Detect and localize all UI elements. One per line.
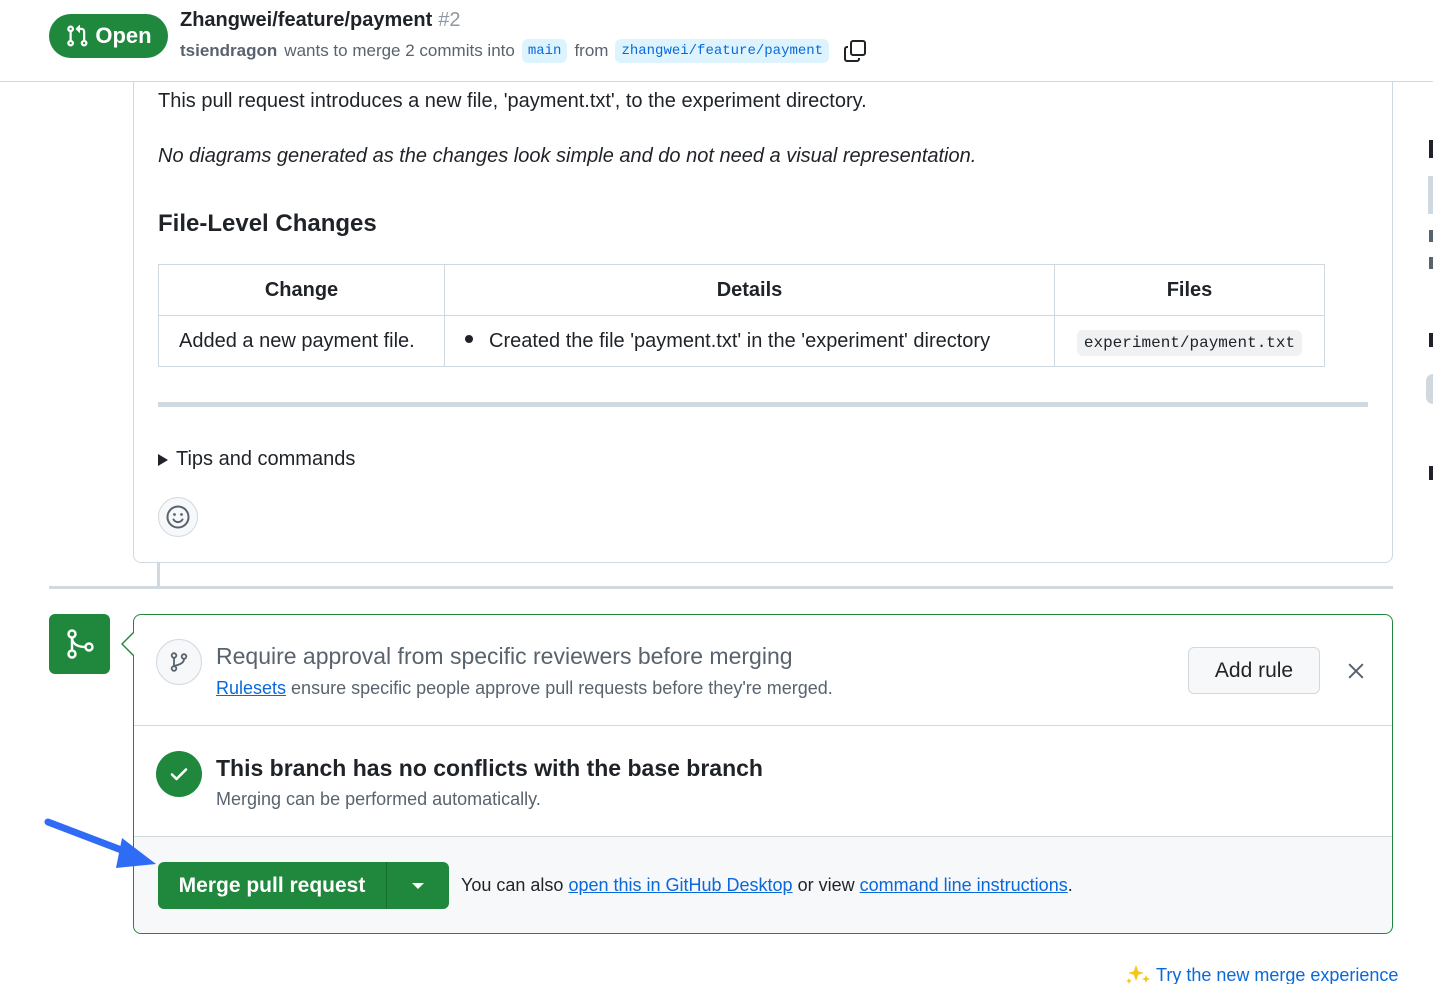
annotation-arrow-icon xyxy=(44,818,156,868)
file-level-changes-heading: File-Level Changes xyxy=(158,210,377,237)
timeline-line xyxy=(157,563,160,587)
file-path: experiment/payment.txt xyxy=(1076,329,1303,356)
command-line-link[interactable]: command line instructions xyxy=(860,875,1068,895)
changes-table: Change Details Files Added a new payment… xyxy=(158,264,1325,367)
sidebar-fragment xyxy=(1429,466,1433,480)
timeline-separator xyxy=(49,586,1393,589)
add-reaction-button[interactable] xyxy=(158,497,198,537)
head-branch-label[interactable]: zhangwei/feature/payment xyxy=(615,39,830,63)
git-pull-request-icon xyxy=(67,24,88,47)
bullet-dot xyxy=(465,335,473,344)
pr-meta: tsiendragon wants to merge 2 commits int… xyxy=(180,38,868,64)
triangle-down-icon xyxy=(412,882,424,889)
try-new-label: Try the new merge experience xyxy=(1156,964,1399,984)
alternate-merge-text: You can also open this in GitHub Desktop… xyxy=(461,875,1073,896)
merge-status-title: This branch has no conflicts with the ba… xyxy=(216,755,763,781)
merge-actions: Merge pull request You can also open thi… xyxy=(134,837,1392,933)
ruleset-prompt: Require approval from specific reviewers… xyxy=(134,615,1392,726)
pr-author-link[interactable]: tsiendragon xyxy=(180,41,277,61)
merge-pull-request-button[interactable]: Merge pull request xyxy=(158,862,387,909)
table-header-change: Change xyxy=(158,264,445,316)
sidebar-fragment xyxy=(1429,140,1433,158)
horizontal-rule xyxy=(158,402,1368,407)
merge-box: Require approval from specific reviewers… xyxy=(133,614,1393,934)
rulesets-link[interactable]: Rulesets xyxy=(216,678,286,698)
table-cell-change: Added a new payment file. xyxy=(158,315,445,367)
close-icon xyxy=(1348,663,1364,679)
tips-label: Tips and commands xyxy=(176,448,356,470)
base-branch-label[interactable]: main xyxy=(521,39,568,63)
table-cell-files: experiment/payment.txt xyxy=(1054,315,1325,367)
from-text: from xyxy=(574,41,609,60)
sidebar-fragment xyxy=(1429,333,1433,347)
description-note: No diagrams generated as the changes loo… xyxy=(158,145,977,167)
ruleset-description: Rulesets ensure specific people approve … xyxy=(216,678,833,699)
also-text: You can also xyxy=(461,875,564,895)
git-branch-icon xyxy=(170,652,188,672)
or-view-text: or view xyxy=(797,875,855,895)
ruleset-icon-wrap xyxy=(156,639,202,685)
git-merge-icon xyxy=(66,629,94,659)
table-header-row: Change Details Files xyxy=(158,264,1325,316)
merge-status: This branch has no conflicts with the ba… xyxy=(134,726,1392,837)
disclosure-triangle-icon xyxy=(158,453,168,466)
pr-state-label: Open xyxy=(95,23,152,48)
merge-text: wants to merge 2 commits into xyxy=(284,41,515,60)
sidebar-fragment xyxy=(1426,374,1433,404)
table-header-files: Files xyxy=(1054,264,1325,316)
copy-icon[interactable] xyxy=(842,38,868,64)
merge-status-icon xyxy=(49,614,110,674)
sparkles-icon xyxy=(1126,965,1151,984)
merge-box-pointer-fill xyxy=(123,633,134,655)
try-new-merge-experience-link[interactable]: Try the new merge experience xyxy=(1124,963,1398,984)
merge-method-dropdown[interactable] xyxy=(387,862,449,909)
ruleset-desc-text: ensure specific people approve pull requ… xyxy=(291,678,833,698)
ruleset-title: Require approval from specific reviewers… xyxy=(216,643,793,669)
table-row: Added a new payment file. Created the fi… xyxy=(158,315,1325,367)
details-text: Created the file 'payment.txt' in the 'e… xyxy=(489,329,991,352)
table-cell-details: Created the file 'payment.txt' in the 'e… xyxy=(444,315,1055,367)
pr-title: Zhangwei/feature/payment #2 xyxy=(180,9,461,32)
status-icon-wrap xyxy=(156,751,202,797)
check-icon xyxy=(170,768,188,781)
merge-button-group: Merge pull request xyxy=(158,862,449,909)
sidebar-fragment xyxy=(1429,230,1433,242)
pr-header: Open Zhangwei/feature/payment #2 tsiendra… xyxy=(0,0,1433,82)
description-paragraph: This pull request introduces a new file,… xyxy=(158,90,867,112)
table-header-details: Details xyxy=(444,264,1055,316)
sidebar-fragment xyxy=(1429,257,1433,269)
pr-number: #2 xyxy=(438,9,461,31)
tips-and-commands-toggle[interactable]: Tips and commands xyxy=(158,448,355,471)
pr-title-text: Zhangwei/feature/payment xyxy=(180,9,433,31)
smiley-icon xyxy=(166,505,190,529)
pr-state-badge: Open xyxy=(49,14,168,58)
github-desktop-link[interactable]: open this in GitHub Desktop xyxy=(568,875,792,895)
period-text: . xyxy=(1067,875,1073,895)
pr-description-box: This pull request introduces a new file,… xyxy=(133,60,1393,563)
add-rule-button[interactable]: Add rule xyxy=(1188,647,1320,694)
sidebar-fragment xyxy=(1428,176,1433,214)
dismiss-button[interactable] xyxy=(1342,657,1370,685)
merge-status-desc: Merging can be performed automatically. xyxy=(216,789,541,809)
